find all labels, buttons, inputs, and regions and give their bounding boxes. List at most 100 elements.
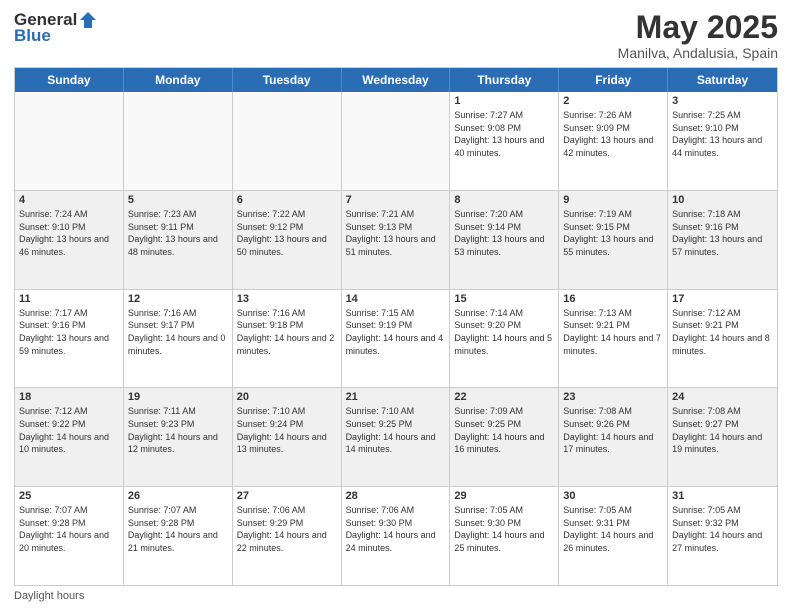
title-block: May 2025 Manilva, Andalusia, Spain xyxy=(618,10,778,61)
cell-info: Sunrise: 7:16 AM Sunset: 9:18 PM Dayligh… xyxy=(237,307,337,357)
day-number: 14 xyxy=(346,293,446,305)
cal-cell: 24 Sunrise: 7:08 AM Sunset: 9:27 PM Dayli… xyxy=(668,388,777,486)
day-number: 29 xyxy=(454,490,554,502)
header-day-saturday: Saturday xyxy=(668,68,777,92)
cell-info: Sunrise: 7:12 AM Sunset: 9:22 PM Dayligh… xyxy=(19,405,119,455)
cal-cell: 26Sunrise: 7:07 AM Sunset: 9:28 PM Dayli… xyxy=(124,487,233,585)
cell-info: Sunrise: 7:16 AM Sunset: 9:17 PM Dayligh… xyxy=(128,307,228,357)
cal-cell: 29 Sunrise: 7:05 AM Sunset: 9:30 PM Dayli… xyxy=(450,487,559,585)
logo-icon xyxy=(78,10,98,30)
cal-cell xyxy=(342,92,451,190)
header-day-friday: Friday xyxy=(559,68,668,92)
day-number: 2 xyxy=(563,95,663,107)
cell-info: Sunrise: 7:19 AM Sunset: 9:15 PM Dayligh… xyxy=(563,208,663,258)
week-row-3: 18 Sunrise: 7:12 AM Sunset: 9:22 PM Dayli… xyxy=(15,388,777,487)
cell-info: Sunrise: 7:26 AM Sunset: 9:09 PM Dayligh… xyxy=(563,109,663,159)
cal-cell: 4 Sunrise: 7:24 AM Sunset: 9:10 PM Daylig… xyxy=(15,191,124,289)
cell-info: Sunrise: 7:06 AM Sunset: 9:30 PM Dayligh… xyxy=(346,504,446,554)
footer-note: Daylight hours xyxy=(14,590,778,602)
cell-info: Sunrise: 7:08 AM Sunset: 9:27 PM Dayligh… xyxy=(672,405,773,455)
day-number: 1 xyxy=(454,95,554,107)
cal-cell: 13 Sunrise: 7:16 AM Sunset: 9:18 PM Dayli… xyxy=(233,290,342,388)
cal-cell xyxy=(233,92,342,190)
day-number: 22 xyxy=(454,391,554,403)
header-day-tuesday: Tuesday xyxy=(233,68,342,92)
day-number: 30 xyxy=(563,490,663,502)
day-number: 20 xyxy=(237,391,337,403)
cell-info: Sunrise: 7:15 AM Sunset: 9:19 PM Dayligh… xyxy=(346,307,446,357)
cal-cell xyxy=(15,92,124,190)
cal-cell: 25Sunrise: 7:07 AM Sunset: 9:28 PM Dayli… xyxy=(15,487,124,585)
cal-cell: 21 Sunrise: 7:10 AM Sunset: 9:25 PM Dayli… xyxy=(342,388,451,486)
cell-info: Sunrise: 7:13 AM Sunset: 9:21 PM Dayligh… xyxy=(563,307,663,357)
day-number: 11 xyxy=(19,293,119,305)
cell-info: Sunrise: 7:24 AM Sunset: 9:10 PM Dayligh… xyxy=(19,208,119,258)
cal-cell: 3 Sunrise: 7:25 AM Sunset: 9:10 PM Daylig… xyxy=(668,92,777,190)
week-row-1: 4 Sunrise: 7:24 AM Sunset: 9:10 PM Daylig… xyxy=(15,191,777,290)
cal-cell: 14 Sunrise: 7:15 AM Sunset: 9:19 PM Dayli… xyxy=(342,290,451,388)
cell-info: Sunrise: 7:12 AM Sunset: 9:21 PM Dayligh… xyxy=(672,307,773,357)
header-day-monday: Monday xyxy=(124,68,233,92)
subtitle: Manilva, Andalusia, Spain xyxy=(618,45,778,61)
cell-info: Sunrise: 7:27 AM Sunset: 9:08 PM Dayligh… xyxy=(454,109,554,159)
cal-cell: 7Sunrise: 7:21 AM Sunset: 9:13 PM Daylig… xyxy=(342,191,451,289)
day-number: 21 xyxy=(346,391,446,403)
day-number: 24 xyxy=(672,391,773,403)
calendar-body: 1 Sunrise: 7:27 AM Sunset: 9:08 PM Daylig… xyxy=(15,92,777,585)
header-day-sunday: Sunday xyxy=(15,68,124,92)
cal-cell: 10Sunrise: 7:18 AM Sunset: 9:16 PM Dayli… xyxy=(668,191,777,289)
header-day-thursday: Thursday xyxy=(450,68,559,92)
day-number: 31 xyxy=(672,490,773,502)
header: General Blue May 2025 Manilva, Andalusia… xyxy=(14,10,778,61)
cell-info: Sunrise: 7:09 AM Sunset: 9:25 PM Dayligh… xyxy=(454,405,554,455)
day-number: 26 xyxy=(128,490,228,502)
day-number: 13 xyxy=(237,293,337,305)
cell-info: Sunrise: 7:14 AM Sunset: 9:20 PM Dayligh… xyxy=(454,307,554,357)
cell-info: Sunrise: 7:05 AM Sunset: 9:31 PM Dayligh… xyxy=(563,504,663,554)
logo-blue: Blue xyxy=(14,26,51,46)
week-row-0: 1 Sunrise: 7:27 AM Sunset: 9:08 PM Daylig… xyxy=(15,92,777,191)
cell-info: Sunrise: 7:22 AM Sunset: 9:12 PM Dayligh… xyxy=(237,208,337,258)
cal-cell: 1 Sunrise: 7:27 AM Sunset: 9:08 PM Daylig… xyxy=(450,92,559,190)
main-title: May 2025 xyxy=(618,10,778,45)
cal-cell: 18 Sunrise: 7:12 AM Sunset: 9:22 PM Dayli… xyxy=(15,388,124,486)
cal-cell: 11 Sunrise: 7:17 AM Sunset: 9:16 PM Dayli… xyxy=(15,290,124,388)
day-number: 3 xyxy=(672,95,773,107)
cal-cell: 28Sunrise: 7:06 AM Sunset: 9:30 PM Dayli… xyxy=(342,487,451,585)
day-number: 5 xyxy=(128,194,228,206)
day-number: 27 xyxy=(237,490,337,502)
day-number: 16 xyxy=(563,293,663,305)
cal-cell: 15Sunrise: 7:14 AM Sunset: 9:20 PM Dayli… xyxy=(450,290,559,388)
cal-cell: 6 Sunrise: 7:22 AM Sunset: 9:12 PM Daylig… xyxy=(233,191,342,289)
cal-cell: 2 Sunrise: 7:26 AM Sunset: 9:09 PM Daylig… xyxy=(559,92,668,190)
day-number: 18 xyxy=(19,391,119,403)
day-number: 25 xyxy=(19,490,119,502)
calendar: SundayMondayTuesdayWednesdayThursdayFrid… xyxy=(14,67,778,586)
cal-cell: 23Sunrise: 7:08 AM Sunset: 9:26 PM Dayli… xyxy=(559,388,668,486)
cal-cell: 17 Sunrise: 7:12 AM Sunset: 9:21 PM Dayli… xyxy=(668,290,777,388)
cal-cell: 30 Sunrise: 7:05 AM Sunset: 9:31 PM Dayli… xyxy=(559,487,668,585)
cal-cell: 22 Sunrise: 7:09 AM Sunset: 9:25 PM Dayli… xyxy=(450,388,559,486)
day-number: 10 xyxy=(672,194,773,206)
day-number: 23 xyxy=(563,391,663,403)
cal-cell: 20 Sunrise: 7:10 AM Sunset: 9:24 PM Dayli… xyxy=(233,388,342,486)
cell-info: Sunrise: 7:21 AM Sunset: 9:13 PM Dayligh… xyxy=(346,208,446,258)
cal-cell: 9Sunrise: 7:19 AM Sunset: 9:15 PM Daylig… xyxy=(559,191,668,289)
calendar-header: SundayMondayTuesdayWednesdayThursdayFrid… xyxy=(15,68,777,92)
cell-info: Sunrise: 7:10 AM Sunset: 9:25 PM Dayligh… xyxy=(346,405,446,455)
cell-info: Sunrise: 7:10 AM Sunset: 9:24 PM Dayligh… xyxy=(237,405,337,455)
cell-info: Sunrise: 7:05 AM Sunset: 9:30 PM Dayligh… xyxy=(454,504,554,554)
day-number: 17 xyxy=(672,293,773,305)
cell-info: Sunrise: 7:25 AM Sunset: 9:10 PM Dayligh… xyxy=(672,109,773,159)
cal-cell: 5Sunrise: 7:23 AM Sunset: 9:11 PM Daylig… xyxy=(124,191,233,289)
cell-info: Sunrise: 7:05 AM Sunset: 9:32 PM Dayligh… xyxy=(672,504,773,554)
cal-cell: 12 Sunrise: 7:16 AM Sunset: 9:17 PM Dayli… xyxy=(124,290,233,388)
day-number: 4 xyxy=(19,194,119,206)
cell-info: Sunrise: 7:11 AM Sunset: 9:23 PM Dayligh… xyxy=(128,405,228,455)
cell-info: Sunrise: 7:17 AM Sunset: 9:16 PM Dayligh… xyxy=(19,307,119,357)
day-number: 6 xyxy=(237,194,337,206)
cal-cell: 8Sunrise: 7:20 AM Sunset: 9:14 PM Daylig… xyxy=(450,191,559,289)
cal-cell: 27Sunrise: 7:06 AM Sunset: 9:29 PM Dayli… xyxy=(233,487,342,585)
cal-cell: 31 Sunrise: 7:05 AM Sunset: 9:32 PM Dayli… xyxy=(668,487,777,585)
day-number: 12 xyxy=(128,293,228,305)
